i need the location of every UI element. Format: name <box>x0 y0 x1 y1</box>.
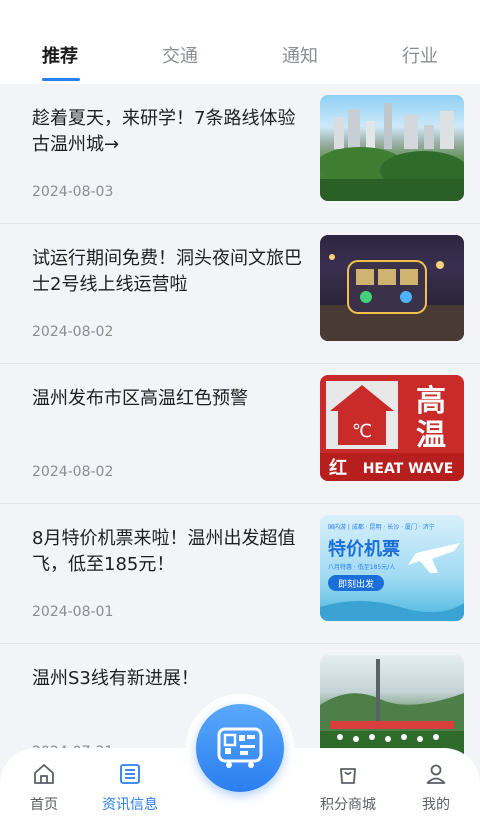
nav-label: 首页 <box>30 797 58 813</box>
news-date: 2024-08-03 <box>32 184 114 200</box>
heat-char-2: 温 <box>416 418 446 453</box>
heat-char-1: 高 <box>416 384 446 419</box>
news-date: 2024-08-02 <box>32 464 114 480</box>
city-skyline-image <box>320 103 464 201</box>
news-item[interactable]: 试运行期间免费！洞头夜间文旅巴士2号线上线运营啦 2024-08-02 <box>0 224 480 364</box>
news-title: 试运行期间免费！洞头夜间文旅巴士2号线上线运营啦 <box>32 248 302 295</box>
nav-label: 资讯信息 <box>102 797 158 813</box>
user-icon <box>426 764 446 784</box>
category-tabs: 推荐 交通 通知 行业 <box>0 0 480 84</box>
nav-mine[interactable]: 我的 <box>396 762 476 814</box>
promo-subtitle: 八月特惠 · 低至185元/人 <box>328 563 395 571</box>
news-list-icon <box>120 764 140 784</box>
news-thumbnail-city <box>320 95 464 201</box>
news-title: 温州S3线有新进展！ <box>32 668 199 689</box>
news-date: 2024-08-02 <box>32 324 114 340</box>
home-icon <box>34 764 54 784</box>
news-thumbnail-s3-line <box>320 655 464 761</box>
tab-label: 交通 <box>162 46 198 67</box>
news-date: 2024-08-01 <box>32 604 114 620</box>
tab-label: 通知 <box>282 46 318 67</box>
nav-home[interactable]: 首页 <box>4 762 84 814</box>
tab-traffic[interactable]: 交通 <box>120 0 240 84</box>
news-item[interactable]: 趁着夏天，来研学！7条路线体验古温州城→ 2024-08-03 <box>0 84 480 224</box>
nav-points-mall[interactable]: 积分商城 <box>308 762 388 814</box>
heat-wave-text: HEAT WAVE <box>363 461 454 477</box>
news-item[interactable]: 温州发布市区高温红色预警 2024-08-02 ℃ 高 温 红 HEAT WAV… <box>0 364 480 504</box>
airplane-icon <box>408 543 460 573</box>
news-thumbnail-heat-warning: ℃ 高 温 红 HEAT WAVE <box>320 375 464 481</box>
shopping-bag-icon <box>340 768 356 784</box>
active-tab-indicator <box>42 78 80 81</box>
night-bus-image <box>320 254 464 341</box>
nav-label: 我的 <box>422 797 450 813</box>
news-thumbnail-bus <box>320 235 464 341</box>
celsius-symbol: ℃ <box>352 421 372 442</box>
news-thumbnail-flight: 国内游 | 成都 · 昆明 · 长沙 · 厦门 · 济宁 特价机票 八月特惠 ·… <box>320 515 464 621</box>
tab-industry[interactable]: 行业 <box>360 0 480 84</box>
heat-warning-graphic: ℃ 高 温 红 HEAT WAVE <box>320 381 464 481</box>
promo-title: 特价机票 <box>328 538 400 560</box>
news-item[interactable]: 8月特价机票来啦！温州出发超值飞，低至185元！ 2024-08-01 国内游 … <box>0 504 480 644</box>
red-level-char: 红 <box>329 457 347 479</box>
bus-qr-icon <box>217 727 263 768</box>
bus-qr-code-button[interactable] <box>196 704 284 792</box>
promo-destinations: 国内游 | 成都 · 昆明 · 长沙 · 厦门 · 济宁 <box>328 523 435 531</box>
tab-notice[interactable]: 通知 <box>240 0 360 84</box>
app-root: 推荐 交通 通知 行业 趁着夏天，来研学！7条路线体验古温州城→ 2024-08… <box>0 0 480 825</box>
news-list: 趁着夏天，来研学！7条路线体验古温州城→ 2024-08-03 试运行期间免费！… <box>0 84 480 784</box>
news-title: 温州发布市区高温红色预警 <box>32 388 248 409</box>
promo-button: 即刻出发 <box>338 578 374 590</box>
news-title: 8月特价机票来啦！温州出发超值飞，低至185元！ <box>32 528 296 575</box>
construction-site-image <box>320 659 464 761</box>
news-title: 趁着夏天，来研学！7条路线体验古温州城→ <box>32 108 296 155</box>
tab-label: 行业 <box>402 46 438 67</box>
nav-news[interactable]: 资讯信息 <box>90 762 170 814</box>
tab-recommend[interactable]: 推荐 <box>0 0 120 84</box>
flight-promo-graphic: 国内游 | 成都 · 昆明 · 长沙 · 厦门 · 济宁 特价机票 八月特惠 ·… <box>320 523 464 621</box>
nav-label: 积分商城 <box>320 797 376 813</box>
